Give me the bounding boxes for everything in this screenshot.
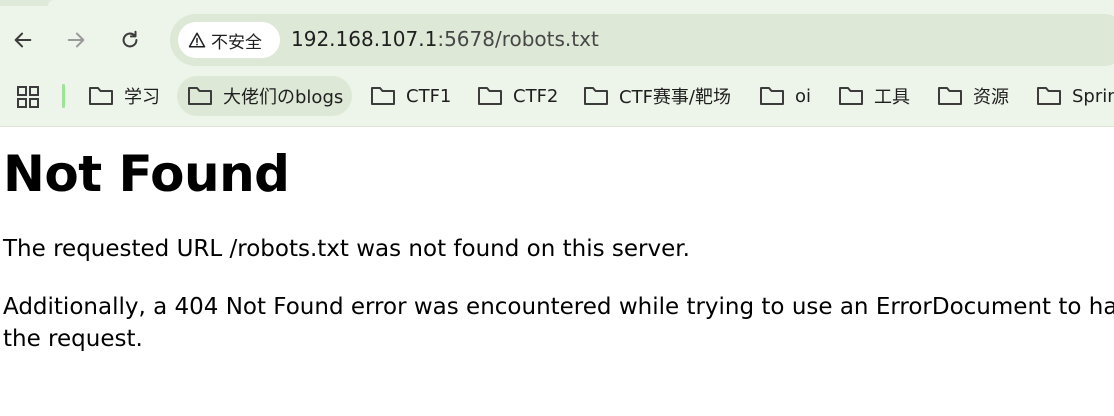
url-path: :5678/robots.txt: [437, 27, 599, 51]
folder-icon: [371, 87, 395, 105]
folder-icon: [584, 87, 608, 105]
url-host: 192.168.107.1: [291, 27, 438, 51]
bookmark-folder-blogs[interactable]: 大佬们のblogs: [177, 76, 353, 116]
folder-icon: [1037, 87, 1061, 105]
bookmark-label: 学习: [124, 87, 160, 108]
bookmark-folder-spring[interactable]: Sprin: [1026, 76, 1114, 116]
bookmark-label: CTF2: [513, 85, 559, 107]
folder-icon: [188, 87, 212, 105]
browser-chrome: 不安全 192.168.107.1:5678/robots.txt 学习 大佬们…: [0, 0, 1114, 127]
page-heading: Not Found: [3, 145, 290, 203]
folder-icon: [89, 87, 113, 105]
back-arrow-icon: [14, 32, 32, 48]
address-bar[interactable]: 不安全 192.168.107.1:5678/robots.txt: [170, 14, 1114, 66]
reload-button[interactable]: [112, 22, 148, 58]
bookmark-label: 大佬们のblogs: [223, 87, 344, 108]
folder-icon: [760, 87, 784, 105]
bookmark-label: CTF1: [406, 85, 452, 107]
folder-icon: [839, 87, 863, 105]
bookmark-label: 工具: [874, 87, 910, 108]
apps-grid-icon[interactable]: [16, 85, 40, 109]
bookmark-folder-ctf2[interactable]: CTF2: [467, 76, 567, 116]
forward-button[interactable]: [58, 22, 94, 58]
bookmark-folder-study[interactable]: 学习: [78, 76, 169, 116]
bookmark-label: 资源: [973, 87, 1009, 108]
forward-arrow-icon: [67, 32, 85, 48]
security-label: 不安全: [211, 32, 262, 53]
bookmark-label: CTF赛事/靶场: [619, 87, 731, 108]
bookmark-folder-ctf1[interactable]: CTF1: [360, 76, 460, 116]
active-tab[interactable]: [48, 0, 1114, 6]
bookmarks-separator: [62, 84, 65, 108]
reload-icon: [122, 30, 138, 48]
security-chip[interactable]: 不安全: [178, 22, 280, 58]
bookmark-folder-tools[interactable]: 工具: [828, 76, 919, 116]
folder-icon: [938, 87, 962, 105]
bookmark-folder-resources[interactable]: 资源: [927, 76, 1018, 116]
back-button[interactable]: [5, 22, 41, 58]
bookmark-label: Sprin: [1072, 85, 1114, 107]
bookmark-folder-ctf-events[interactable]: CTF赛事/靶场: [573, 76, 740, 116]
url-text[interactable]: 192.168.107.1:5678/robots.txt: [291, 27, 599, 51]
folder-icon: [478, 87, 502, 105]
error-message: The requested URL /robots.txt was not fo…: [3, 236, 690, 262]
warning-icon: [188, 32, 206, 48]
bookmark-label: oi: [795, 85, 812, 107]
bookmark-folder-oi[interactable]: oi: [749, 76, 820, 116]
bookmarks-bar: 学习 大佬们のblogs CTF1 CTF2 CTF赛事/靶场 oi 工具 资源…: [0, 74, 1114, 118]
additional-error-message: Additionally, a 404 Not Found error was …: [3, 294, 1114, 352]
